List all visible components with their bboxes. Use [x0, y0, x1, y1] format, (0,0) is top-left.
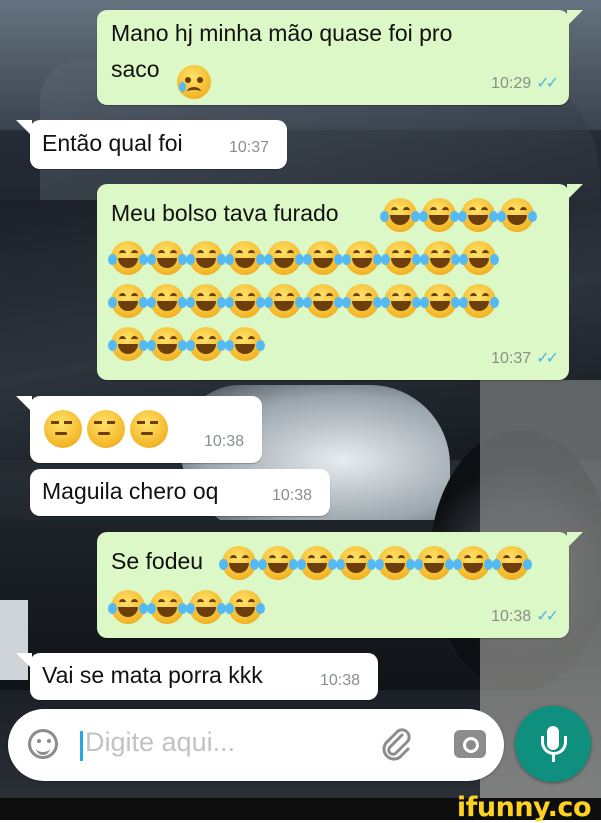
message-text: Vai se mata porra kkk [42, 662, 263, 688]
face-with-tears-of-joy-icon [147, 589, 187, 624]
face-with-tears-of-joy-icon [147, 283, 187, 318]
face-with-tears-of-joy-icon [225, 326, 265, 361]
face-with-tears-of-joy-icon [419, 197, 459, 232]
microphone-button[interactable] [515, 706, 591, 782]
watermark-bar: ifunny.co [0, 792, 601, 823]
face-with-tears-of-joy-icon [458, 197, 498, 232]
message-composer: Digite aqui... [8, 709, 504, 781]
emoji-row [108, 325, 267, 361]
face-with-tears-of-joy-icon [264, 240, 304, 275]
unamused-face-icon [130, 410, 168, 448]
ifunny-watermark: ifunny.co [456, 792, 592, 823]
message-bubble-outgoing[interactable]: Mano hj minha mão quase foi pro saco 10:… [97, 10, 583, 105]
face-with-tears-of-joy-icon [225, 589, 265, 624]
face-with-tears-of-joy-icon [219, 545, 259, 580]
message-text: Se fodeu [111, 548, 204, 574]
message-bubble-incoming[interactable]: Vai se mata porra kkk 10:38 [16, 653, 378, 700]
message-time: 10:38 [320, 672, 361, 690]
read-ticks-icon: ✓✓ [536, 608, 559, 626]
face-with-tears-of-joy-icon [414, 545, 454, 580]
message-time: 10:38 [272, 487, 313, 505]
read-ticks-icon: ✓✓ [536, 350, 559, 368]
face-with-tears-of-joy-icon [420, 283, 460, 318]
emoji-row [44, 410, 173, 448]
unamused-face-icon [44, 410, 82, 448]
face-with-tears-of-joy-icon [381, 240, 421, 275]
face-with-tears-of-joy-icon [225, 283, 265, 318]
face-with-tears-of-joy-icon [225, 240, 265, 275]
face-with-tears-of-joy-icon [186, 326, 226, 361]
face-with-tears-of-joy-icon [258, 545, 298, 580]
emoji-row [219, 544, 534, 580]
face-with-tears-of-joy-icon [147, 240, 187, 275]
message-text: Mano hj minha mão quase foi pro saco [111, 20, 453, 82]
message-input[interactable]: Digite aqui... [85, 727, 235, 758]
face-with-tears-of-joy-icon [459, 283, 499, 318]
face-with-tears-of-joy-icon [186, 589, 226, 624]
text-cursor [80, 731, 83, 761]
face-with-tears-of-joy-icon [459, 240, 499, 275]
face-with-tears-of-joy-icon [297, 545, 337, 580]
face-with-tears-of-joy-icon [108, 240, 148, 275]
face-with-tears-of-joy-icon [108, 589, 148, 624]
message-text: Meu bolso tava furado [111, 200, 339, 226]
emoji-row [108, 239, 501, 275]
face-with-tears-of-joy-icon [492, 545, 532, 580]
emoji-row [380, 196, 539, 232]
face-with-tears-of-joy-icon [375, 545, 415, 580]
read-ticks-icon: ✓✓ [536, 75, 559, 93]
message-time: 10:38 [204, 433, 245, 451]
face-with-tears-of-joy-icon [420, 240, 460, 275]
face-with-tears-of-joy-icon [380, 197, 420, 232]
face-with-tears-of-joy-icon [186, 240, 226, 275]
message-text: Então qual foi [42, 130, 183, 156]
message-bubble-incoming[interactable]: Maguila chero oq 10:38 [30, 469, 330, 516]
face-with-tears-of-joy-icon [381, 283, 421, 318]
message-bubble-outgoing[interactable]: Meu bolso tava furado 10:37 ✓✓ [97, 184, 583, 380]
message-bubble-outgoing[interactable]: Se fodeu 10:38 ✓✓ [97, 532, 583, 638]
message-text: Maguila chero oq [42, 478, 219, 504]
face-with-tears-of-joy-icon [147, 326, 187, 361]
face-with-tears-of-joy-icon [186, 283, 226, 318]
emoji-row [108, 588, 267, 624]
face-with-tears-of-joy-icon [342, 283, 382, 318]
crying-face-icon [177, 65, 211, 99]
face-with-tears-of-joy-icon [303, 283, 343, 318]
face-with-tears-of-joy-icon [108, 326, 148, 361]
emoji-row [108, 282, 501, 318]
face-with-tears-of-joy-icon [342, 240, 382, 275]
face-with-tears-of-joy-icon [497, 197, 537, 232]
face-with-tears-of-joy-icon [264, 283, 304, 318]
message-time: 10:29 ✓✓ [491, 75, 559, 93]
message-time: 10:37 [229, 139, 270, 157]
message-bubble-incoming[interactable]: Então qual foi 10:37 [16, 120, 287, 169]
attach-paperclip-icon[interactable] [380, 727, 412, 761]
emoji-icon[interactable] [28, 729, 58, 759]
face-with-tears-of-joy-icon [453, 545, 493, 580]
camera-icon[interactable] [454, 730, 486, 758]
face-with-tears-of-joy-icon [303, 240, 343, 275]
message-time: 10:37 ✓✓ [491, 350, 559, 368]
face-with-tears-of-joy-icon [108, 283, 148, 318]
face-with-tears-of-joy-icon [336, 545, 376, 580]
message-bubble-incoming[interactable]: 10:38 [16, 396, 262, 463]
unamused-face-icon [87, 410, 125, 448]
message-time: 10:38 ✓✓ [491, 608, 559, 626]
